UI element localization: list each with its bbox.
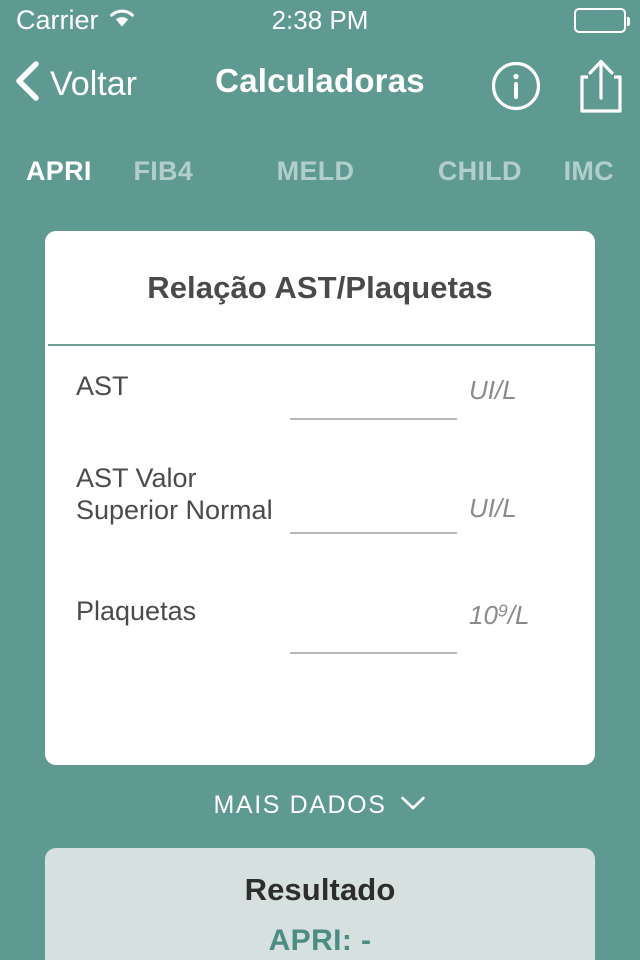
result-title: Resultado [244,872,396,907]
unit-superscript: 9 [497,600,508,621]
tab-fib4[interactable]: FIB4 [92,156,235,187]
field-row-ast: AST UI/L [45,345,595,438]
result-value: APRI: - [268,924,372,957]
form-fields: AST UI/L AST Valor Superior Normal UI/L [45,345,595,682]
more-data-toggle[interactable]: MAIS DADOS [0,791,640,820]
field-label-plaquetas: Plaquetas [76,596,197,626]
field-input-wrap-ast [290,380,457,420]
app-screen: Carrier 2:38 PM Voltar Calculadoras APRI… [0,0,640,960]
share-icon[interactable] [578,58,624,119]
field-input-wrap-ast-upper-normal [290,494,457,534]
tab-meld[interactable]: MELD [235,156,396,187]
field-unit-plaquetas: 109/L [469,600,529,631]
chevron-down-icon [400,795,426,816]
field-row-ast-upper-normal: AST Valor Superior Normal UI/L [45,438,595,560]
ast-upper-normal-input[interactable] [290,494,457,534]
unit-base: 10 [469,600,498,630]
battery-icon [574,7,630,33]
field-unit-ast-upper-normal: UI/L [469,493,517,523]
navigation-bar: Voltar Calculadoras [0,40,640,135]
tab-child[interactable]: CHILD [396,156,563,187]
field-unit-ast: UI/L [469,375,517,405]
status-bar-right [574,7,630,33]
status-bar: Carrier 2:38 PM [0,0,640,40]
field-input-wrap-plaquetas [290,614,457,654]
plaquetas-input[interactable] [290,614,457,654]
more-data-label: MAIS DADOS [213,791,387,819]
calculator-form-card: Relação AST/Plaquetas AST UI/L AST Valor… [45,231,595,765]
field-label-ast-upper-normal: AST Valor Superior Normal [76,463,273,525]
info-circle-icon[interactable] [490,60,542,117]
tab-imc[interactable]: IMC [564,156,614,187]
navigation-actions [490,58,624,119]
clock-label: 2:38 PM [271,4,369,35]
field-label-ast: AST [76,371,129,401]
form-card-title: Relação AST/Plaquetas [147,270,493,305]
calculator-tab-bar: APRI FIB4 MELD CHILD IMC [0,143,640,199]
result-card: Resultado APRI: - [45,848,595,960]
ast-input[interactable] [290,380,457,420]
unit-tail: /L [507,600,530,630]
field-row-plaquetas: Plaquetas 109/L [45,560,595,682]
tab-apri[interactable]: APRI [26,156,92,187]
